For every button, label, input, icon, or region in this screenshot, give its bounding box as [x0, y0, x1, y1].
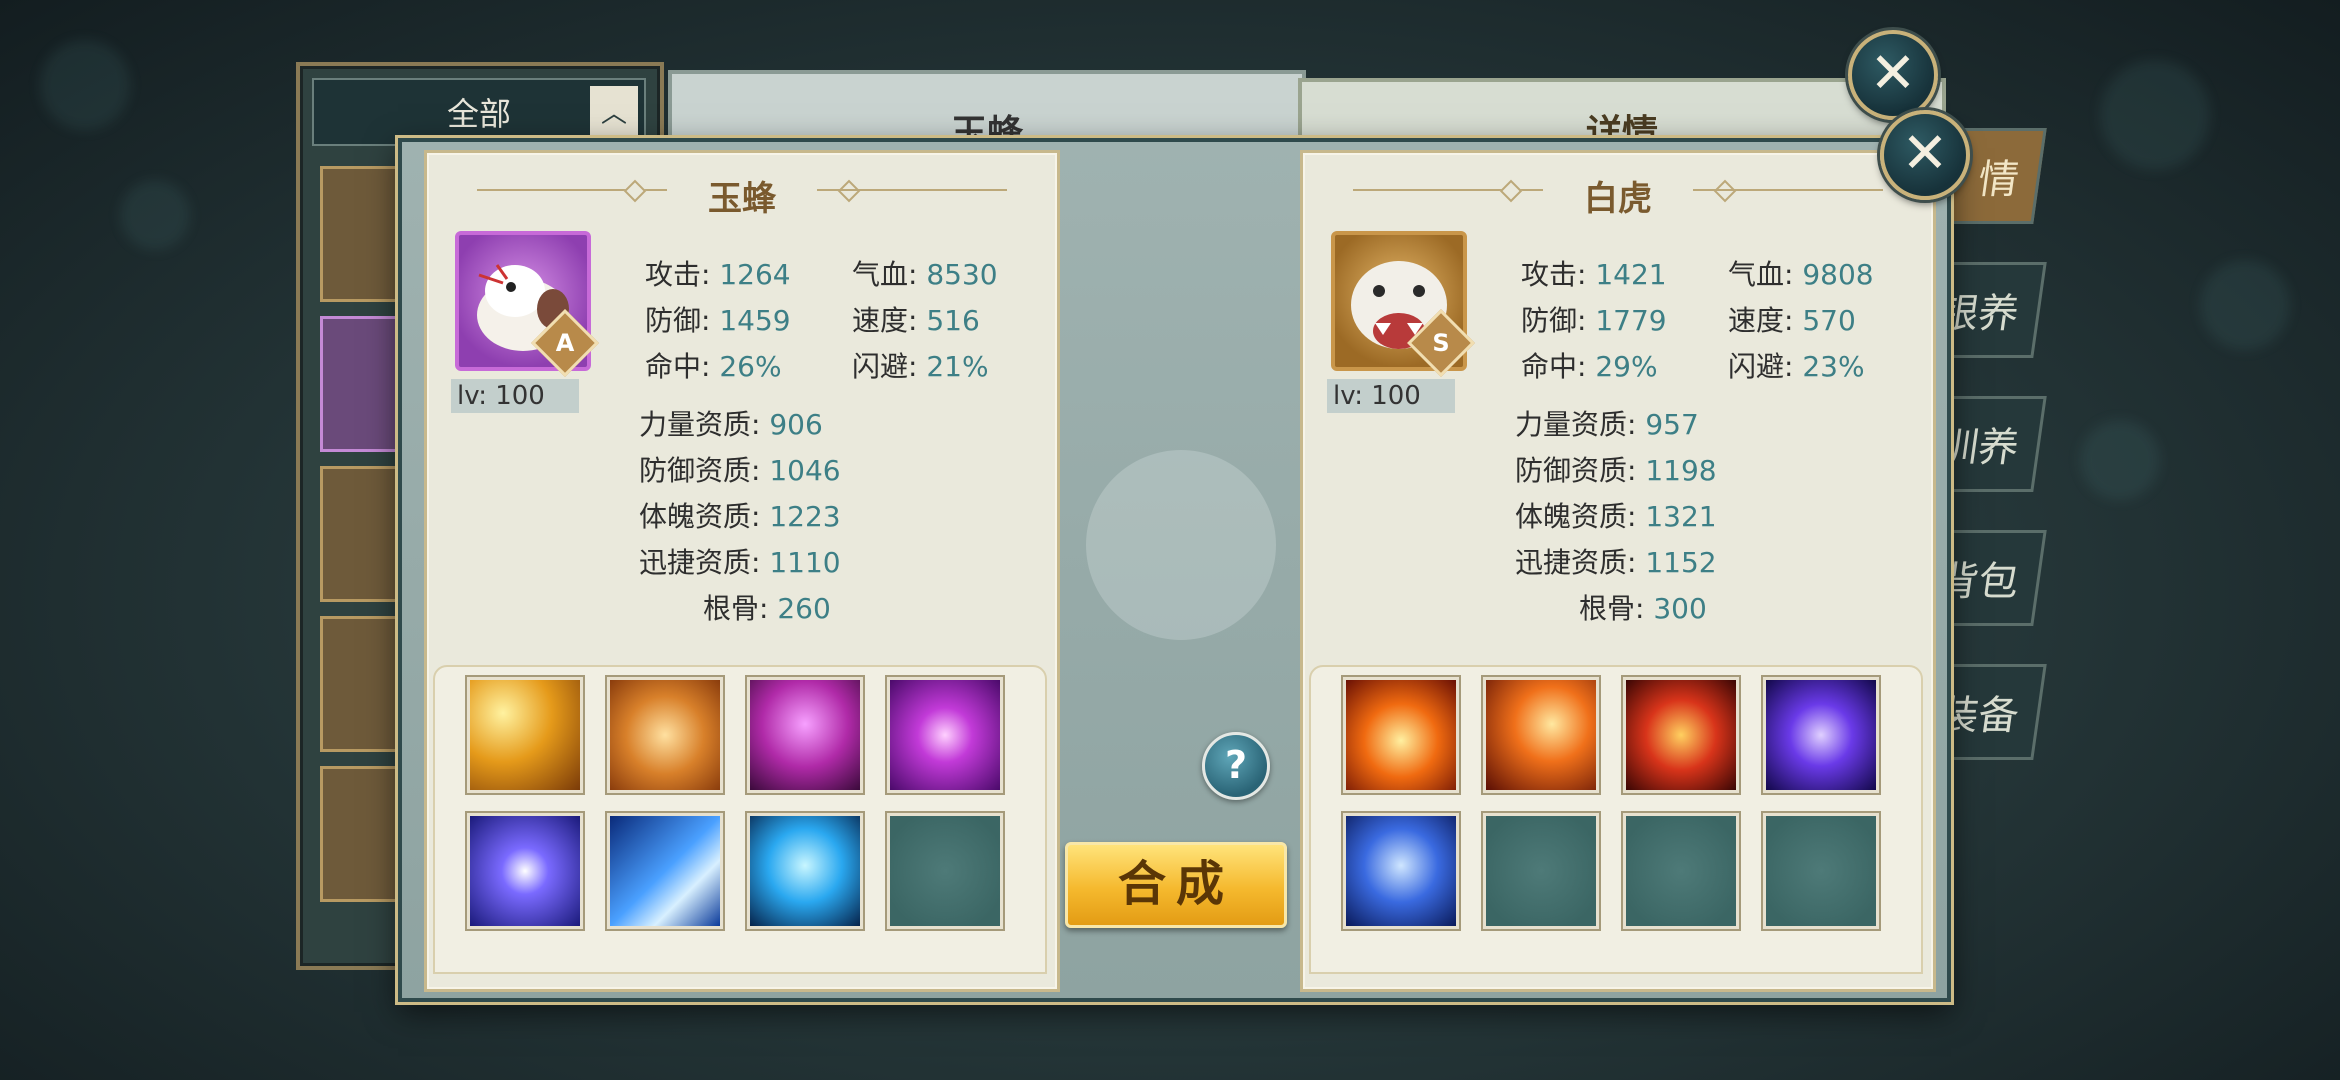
purple-vortex-icon[interactable]: [1763, 677, 1879, 793]
stat-attack: 攻击: 1421: [1521, 258, 1667, 291]
stat-dodge: 闪避: 23%: [1728, 350, 1865, 383]
left-pet-level: lv: 100: [451, 379, 579, 413]
stat-speed: 速度: 516: [852, 304, 980, 337]
golden-lion-icon[interactable]: [607, 677, 723, 793]
bokeh-light: [2200, 260, 2290, 350]
stat-bone: 根骨: 300: [1579, 592, 1707, 625]
stat-constitution-aptitude: 体魄资质: 1223: [639, 500, 841, 533]
divider: [817, 189, 1007, 191]
empty-slot-icon[interactable]: [1763, 813, 1879, 929]
empty-slot-icon[interactable]: [1483, 813, 1599, 929]
empty-slot-icon[interactable]: [1623, 813, 1739, 929]
stat-dodge: 闪避: 21%: [852, 350, 989, 383]
stat-constitution-aptitude: 体魄资质: 1321: [1515, 500, 1717, 533]
bokeh-light: [40, 40, 130, 130]
fire-burst-icon[interactable]: [1343, 677, 1459, 793]
blue-orb-icon[interactable]: [467, 813, 583, 929]
stat-agility-aptitude: 迅捷资质: 1152: [1515, 546, 1717, 579]
stat-defense-aptitude: 防御资质: 1046: [639, 454, 841, 487]
fire-phoenix-icon[interactable]: [1483, 677, 1599, 793]
close-icon[interactable]: ✕: [1848, 30, 1938, 120]
stat-hp: 气血: 9808: [1728, 258, 1874, 291]
stat-bone: 根骨: 260: [703, 592, 831, 625]
dragon-emblem-icon: [1086, 450, 1276, 640]
chevron-up-icon[interactable]: ︿: [590, 86, 638, 136]
stat-hp: 气血: 8530: [852, 258, 998, 291]
bokeh-light: [2080, 420, 2160, 500]
close-icon[interactable]: ✕: [1880, 110, 1970, 200]
stat-agility-aptitude: 迅捷资质: 1110: [639, 546, 841, 579]
merge-button[interactable]: 合成: [1065, 842, 1287, 928]
left-pet-name: 玉蜂: [708, 179, 776, 219]
bokeh-light: [2100, 60, 2210, 170]
stat-defense: 防御: 1779: [1521, 304, 1667, 337]
blue-heart-icon[interactable]: [747, 813, 863, 929]
left-pet-panel: 玉蜂 A lv: 100 攻击: 1264 气血: 8530 防御: 1459 …: [424, 150, 1060, 992]
blue-shield-icon[interactable]: [1343, 813, 1459, 929]
right-pet-level: lv: 100: [1327, 379, 1455, 413]
stat-defense-aptitude: 防御资质: 1198: [1515, 454, 1717, 487]
stat-attack: 攻击: 1264: [645, 258, 791, 291]
stat-strength-aptitude: 力量资质: 957: [1515, 408, 1699, 441]
filter-label: 全部: [446, 95, 511, 133]
blue-chevron-icon[interactable]: [607, 813, 723, 929]
stat-defense: 防御: 1459: [645, 304, 791, 337]
pet-filter-dropdown[interactable]: 全部 ︿: [312, 78, 646, 146]
stat-hit: 命中: 29%: [1521, 350, 1658, 383]
right-pet-panel: 白虎 S lv: 100 攻击: 1421 气血: 9808 防御: 1779 …: [1300, 150, 1936, 992]
right-pet-name: 白虎: [1584, 179, 1652, 219]
golden-slash-icon[interactable]: [467, 677, 583, 793]
left-skill-grid: [433, 665, 1047, 974]
help-icon[interactable]: ?: [1202, 732, 1270, 800]
stat-hit: 命中: 26%: [645, 350, 782, 383]
pet-merge-dialog: 玉蜂 A lv: 100 攻击: 1264 气血: 8530 防御: 1459 …: [398, 138, 1951, 1002]
divider: [1693, 189, 1883, 191]
bokeh-light: [120, 180, 190, 250]
stat-strength-aptitude: 力量资质: 906: [639, 408, 823, 441]
empty-slot-icon[interactable]: [887, 813, 1003, 929]
right-skill-grid: [1309, 665, 1923, 974]
fire-orb-icon[interactable]: [1623, 677, 1739, 793]
purple-orb-icon[interactable]: [887, 677, 1003, 793]
purple-shield-icon[interactable]: [747, 677, 863, 793]
stat-speed: 速度: 570: [1728, 304, 1856, 337]
